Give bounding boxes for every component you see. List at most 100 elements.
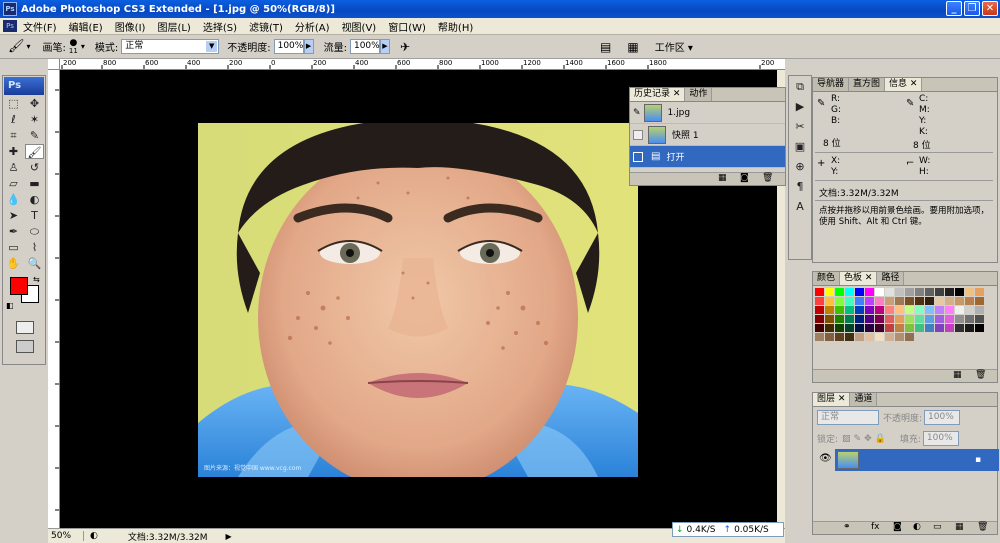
color-swatch[interactable] [865,288,874,296]
color-swatch[interactable] [855,306,864,314]
lock-transparency-icon[interactable]: ▨ [842,434,851,444]
color-swatch[interactable] [965,324,974,332]
color-swatch[interactable] [815,324,824,332]
color-swatch[interactable] [895,288,904,296]
brushes-panel-icon[interactable]: ▣ [790,138,810,156]
color-swatch[interactable] [945,297,954,305]
crop-tool-icon[interactable]: ⌗ [4,128,23,143]
color-swatch[interactable] [875,324,884,332]
hand-tool-icon[interactable]: ✋ [4,256,23,271]
new-layer-icon[interactable]: ▦ [955,522,964,532]
menu-view[interactable]: 视图(V) [336,19,383,34]
brush-tool-icon[interactable]: 🖌 [8,39,25,54]
color-swatch[interactable] [865,324,874,332]
color-swatch[interactable] [875,333,884,341]
brush-dropdown-icon[interactable]: ▾ [81,42,85,51]
color-swatch[interactable] [855,333,864,341]
menu-help[interactable]: 帮助(H) [432,19,479,34]
color-swatch[interactable] [975,324,984,332]
layer-style-icon[interactable]: fx [871,522,880,532]
tab-channels[interactable]: 通道 [850,393,878,406]
color-swatch[interactable] [955,297,964,305]
color-swatch[interactable] [975,297,984,305]
color-swatch[interactable] [965,288,974,296]
color-swatch[interactable] [965,306,974,314]
tool-presets-icon[interactable]: ✂ [790,118,810,136]
clone-source-icon[interactable]: ⊕ [790,158,810,176]
color-swatch[interactable] [905,306,914,314]
color-swatch[interactable] [885,306,894,314]
color-swatch[interactable] [915,297,924,305]
close-icon[interactable]: ✕ [982,1,998,16]
trash-icon[interactable]: 🗑 [977,522,988,532]
notes-tool-icon[interactable]: ▭ [4,240,23,255]
restore-icon[interactable]: ❐ [964,1,980,16]
bridge-icon[interactable]: ▦ [627,40,638,54]
menu-file[interactable]: 文件(F) [17,19,63,34]
history-source-checkbox[interactable] [633,129,643,140]
lock-all-icon[interactable]: 🔒 [875,434,886,444]
menu-filter[interactable]: 滤镜(T) [243,19,289,34]
horizontal-ruler[interactable]: 200 800 600 400 200 0 200 400 600 800 10… [60,59,785,70]
character-panel-icon[interactable]: A [790,198,810,216]
history-source-checkbox[interactable] [633,151,643,162]
color-swatch[interactable] [915,306,924,314]
color-swatch[interactable] [835,306,844,314]
palette-well-icon[interactable]: ▤ [600,40,611,54]
color-swatch[interactable] [955,288,964,296]
clone-stamp-tool-icon[interactable]: ♙ [4,160,23,175]
tab-history[interactable]: 历史记录 ✕ [630,88,686,101]
color-swatch[interactable] [855,315,864,323]
color-swatch[interactable] [915,288,924,296]
opacity-arrow-icon[interactable]: ▶ [303,39,314,54]
trash-icon[interactable]: 🗑 [762,173,773,183]
color-swatch[interactable] [935,288,944,296]
color-swatch[interactable] [955,306,964,314]
color-swatch[interactable] [845,333,854,341]
color-swatch[interactable] [915,324,924,332]
color-swatch[interactable] [885,333,894,341]
color-swatch[interactable] [905,297,914,305]
color-swatch[interactable] [825,297,834,305]
color-swatch[interactable] [905,324,914,332]
airbrush-icon[interactable]: ✈ [400,40,410,54]
move-tool-icon[interactable]: ✥ [25,96,44,111]
color-swatch[interactable] [845,306,854,314]
color-swatch[interactable] [895,315,904,323]
color-swatch[interactable] [855,288,864,296]
tool-preset-arrow-icon[interactable]: ▾ [27,42,31,51]
color-swatch[interactable] [825,324,834,332]
color-swatch[interactable] [925,315,934,323]
foreground-color-swatch[interactable] [10,277,28,295]
visibility-eye-icon[interactable]: 👁 [819,453,832,464]
tab-color[interactable]: 颜色 [813,272,841,285]
status-menu-arrow-icon[interactable]: ▶ [226,532,232,541]
workspace-button[interactable]: 工作区 ▾ [655,39,693,54]
color-swatch[interactable] [845,297,854,305]
color-swatch[interactable] [815,297,824,305]
color-swatch[interactable] [945,306,954,314]
navigator-panel-icon[interactable]: ⧉ [790,78,810,96]
opacity-field[interactable]: 100% [273,39,304,54]
zoom-tool-icon[interactable]: 🔍 [25,256,44,271]
color-swatch[interactable] [825,333,834,341]
color-swatch[interactable] [895,297,904,305]
color-swatch[interactable] [925,324,934,332]
paragraph-panel-icon[interactable]: ¶ [790,178,810,196]
swap-colors-icon[interactable]: ⇆ [33,275,40,284]
vertical-ruler[interactable] [48,70,60,528]
app-menu-icon[interactable]: Ps [3,20,17,32]
blur-tool-icon[interactable]: 💧 [4,192,23,207]
link-layers-icon[interactable]: ⚭ [843,522,851,532]
color-swatch[interactable] [875,306,884,314]
color-swatch[interactable] [835,315,844,323]
color-swatch[interactable] [865,333,874,341]
color-swatch[interactable] [965,315,974,323]
snapshot-camera-icon[interactable]: ◙ [740,173,749,183]
new-group-icon[interactable]: ▭ [933,522,942,532]
eyedropper-tool-icon[interactable]: ✎ [25,128,44,143]
color-swatch[interactable] [895,333,904,341]
tab-actions[interactable]: 动作 [685,88,713,101]
tab-navigator[interactable]: 导航器 [813,78,850,91]
dodge-tool-icon[interactable]: ◐ [25,192,44,207]
